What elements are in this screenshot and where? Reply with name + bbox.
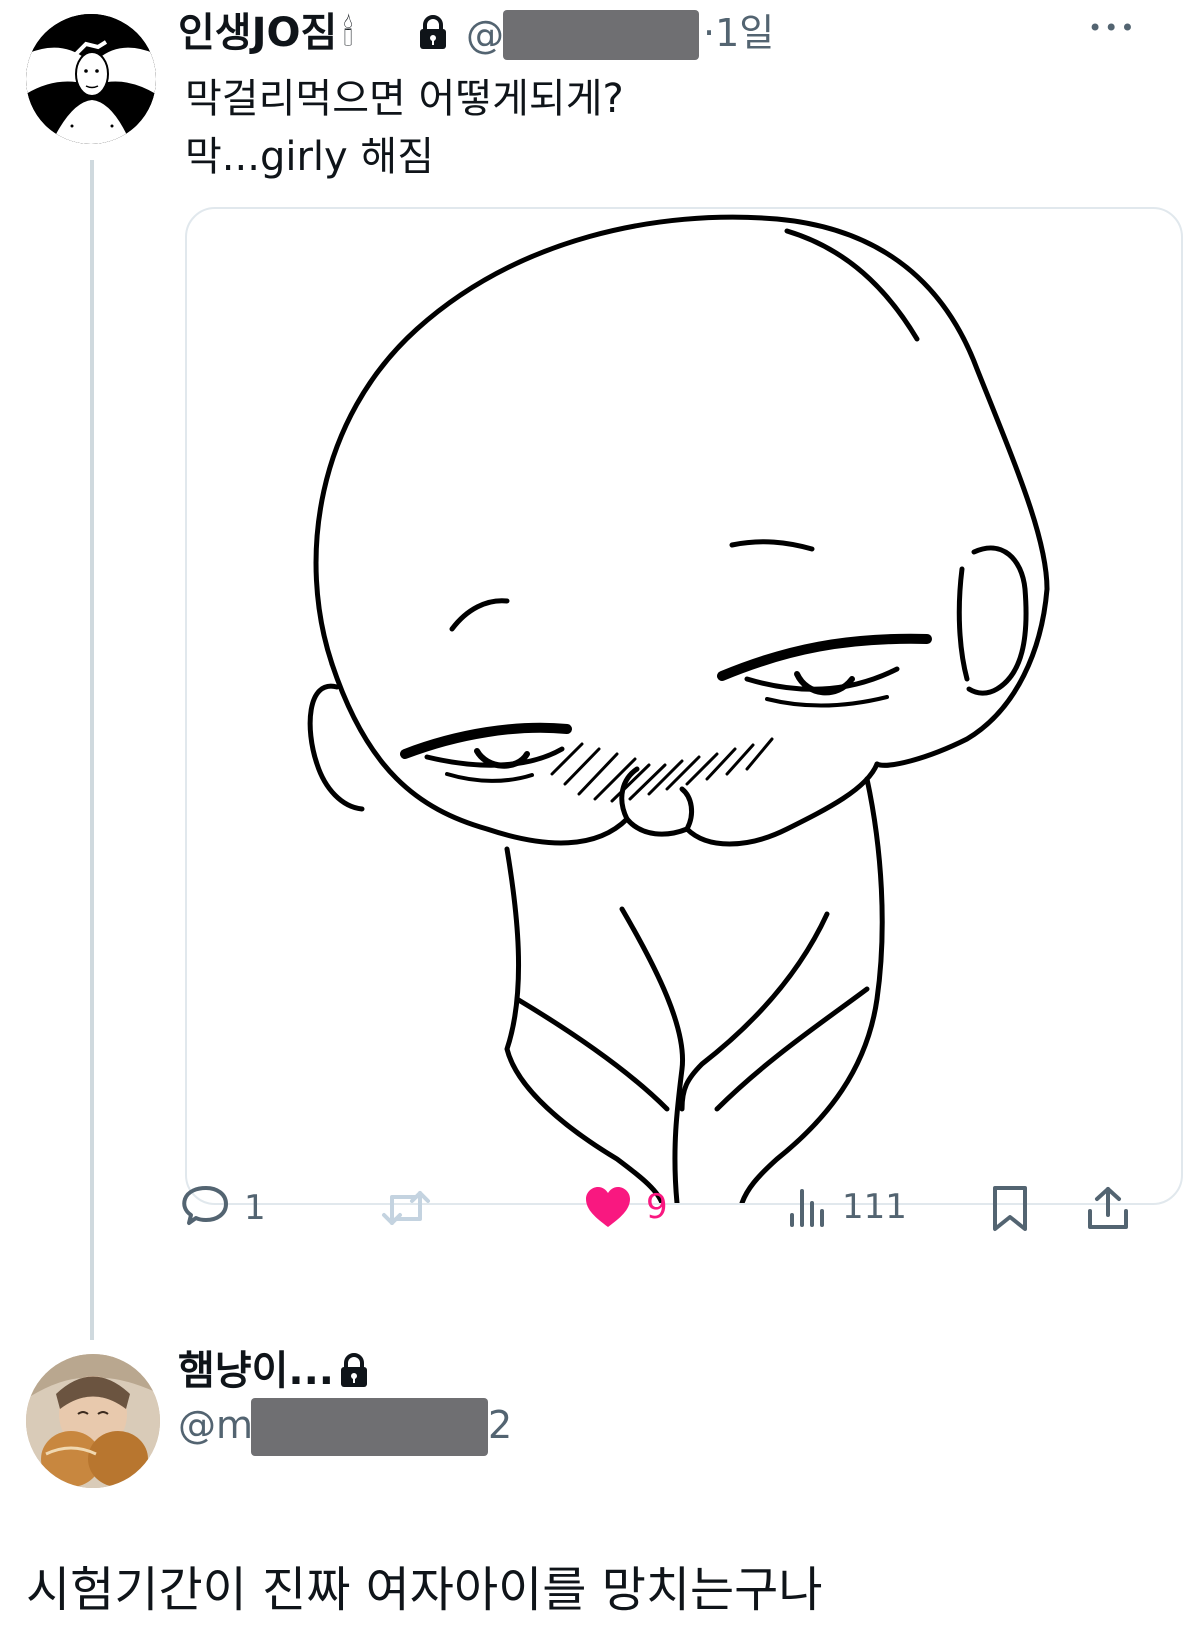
- views-count: 111: [842, 1187, 907, 1227]
- like-button[interactable]: 9: [584, 1185, 668, 1229]
- reply-text: 시험기간이 진짜 여자아이를 망치는구나: [26, 1562, 823, 1618]
- reply-button[interactable]: 1: [180, 1185, 266, 1231]
- views-bar-chart-icon: [788, 1185, 828, 1229]
- retweet-icon: [380, 1185, 432, 1231]
- avatar-photo: [26, 1354, 160, 1488]
- tweet-text-line-1: 막걸리먹으면 어떻게되게?: [185, 76, 624, 122]
- reply-handle-prefix: @m: [178, 1403, 254, 1447]
- bookmark-icon: [990, 1186, 1030, 1237]
- tweet-text: 막걸리먹으면 어떻게되게? 막...girly 해짐: [185, 70, 624, 186]
- author-avatar[interactable]: [26, 14, 156, 144]
- author-display-name[interactable]: 인생JO짐: [178, 8, 337, 58]
- tweet-text-line-2: 막...girly 해짐: [185, 134, 434, 180]
- avatar-illustration: [26, 14, 156, 144]
- thread-connector-line: [90, 160, 94, 1340]
- reply-count: 1: [244, 1188, 266, 1228]
- heart-icon: [584, 1185, 632, 1229]
- lock-icon: [417, 14, 449, 54]
- reply-author-display-name[interactable]: 햄냥이...: [178, 1346, 334, 1396]
- tweet-media-image[interactable]: [185, 207, 1183, 1205]
- reply-author-avatar[interactable]: [26, 1354, 160, 1488]
- candle-emoji: 🕯: [343, 13, 354, 54]
- more-dots-icon[interactable]: •••: [1088, 14, 1136, 42]
- tweet-timestamp[interactable]: ·1일: [703, 8, 774, 58]
- reply-icon: [180, 1185, 230, 1231]
- handle-redaction: [503, 10, 699, 60]
- handle-redaction: [251, 1398, 488, 1456]
- blushing-character-drawing: [307, 214, 1050, 1203]
- share-icon: [1086, 1187, 1130, 1235]
- share-button[interactable]: [1086, 1185, 1130, 1235]
- lock-icon: [338, 1352, 370, 1392]
- reply-handle-suffix: 2: [488, 1403, 513, 1447]
- views-button[interactable]: 111: [788, 1185, 907, 1229]
- like-count: 9: [646, 1187, 668, 1227]
- bookmark-button[interactable]: [990, 1185, 1030, 1237]
- retweet-button[interactable]: [380, 1185, 446, 1231]
- author-handle-prefix: @: [466, 13, 504, 57]
